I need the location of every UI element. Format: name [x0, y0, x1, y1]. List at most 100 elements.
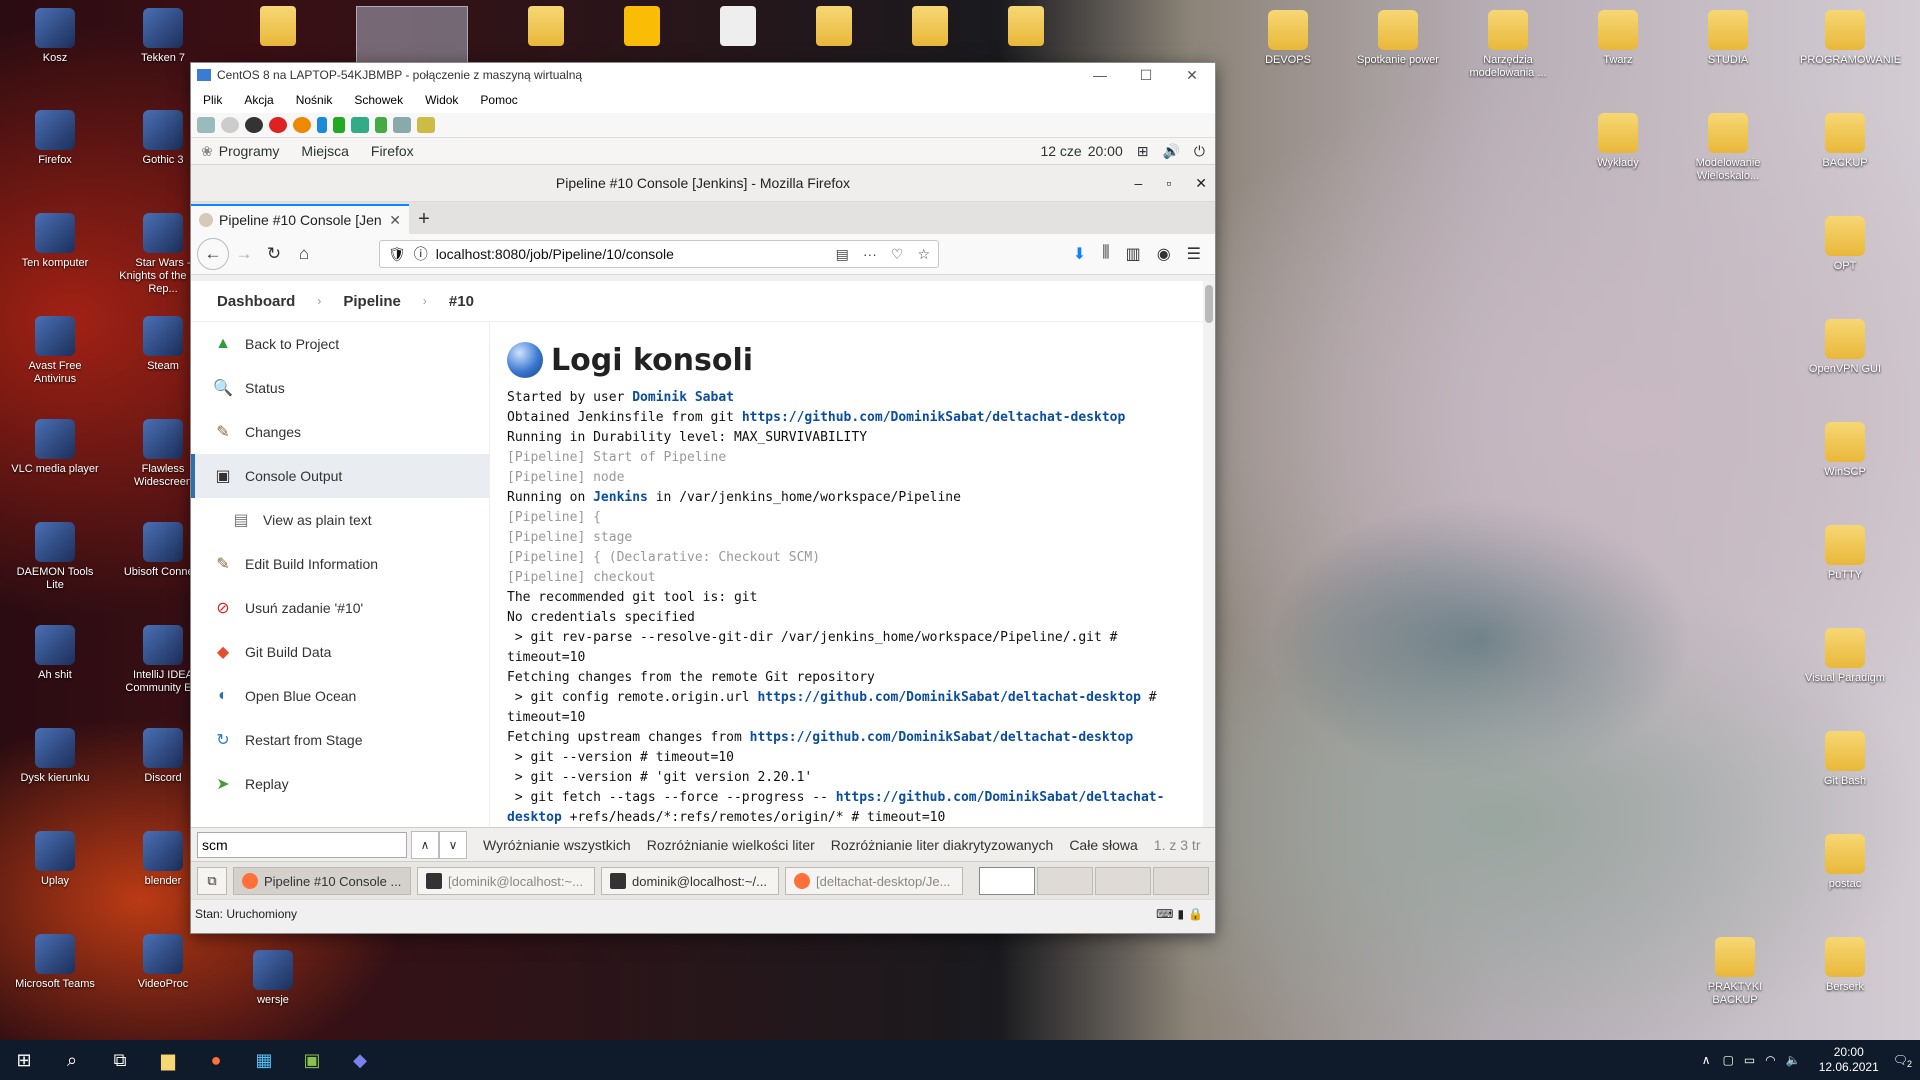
desktop-icon-folder[interactable]: STUDIA [1683, 10, 1773, 67]
tab-jenkins-console[interactable]: Pipeline #10 Console [Jen ✕ [191, 204, 409, 234]
desktop-icon-folder[interactable]: DEVOPS [1243, 10, 1333, 67]
back-button[interactable]: ← [197, 238, 229, 270]
tray-app-icon[interactable]: ▢ [1723, 1053, 1734, 1067]
clock-date[interactable]: 12 cze [1040, 143, 1081, 159]
desktop-icon-folder[interactable]: Narzędzia modelowania ... [1463, 10, 1553, 80]
power-icon[interactable] [293, 117, 311, 133]
show-desktop-button[interactable]: ⧉ [197, 867, 227, 895]
page-actions-icon[interactable]: ··· [863, 246, 877, 263]
desktop-icon-folder[interactable]: Modelowanie Wieloskalo... [1683, 113, 1773, 183]
teams-taskbar-icon[interactable]: ◆ [336, 1040, 384, 1080]
desktop-icon-teams[interactable]: Microsoft Teams [10, 934, 100, 991]
log-link[interactable]: https://github.com/DominikSabat/deltacha… [742, 410, 1126, 425]
vm-menu-item[interactable]: Schowek [354, 93, 403, 107]
file-explorer-icon[interactable]: ▆ [144, 1040, 192, 1080]
find-next-button[interactable]: ∨ [439, 831, 467, 859]
desktop-icon-folder[interactable]: OPT [1800, 216, 1890, 273]
folder-icon[interactable] [816, 6, 852, 46]
reader-view-icon[interactable]: ▤ [836, 246, 849, 263]
desktop-icon-recycle-bin[interactable]: Kosz [10, 8, 100, 65]
desktop-icon-folder[interactable]: Visual Paradigm [1800, 628, 1890, 685]
pocket-icon[interactable]: ♡ [891, 246, 904, 263]
workspace-2[interactable] [1037, 867, 1093, 895]
search-icon[interactable]: ⌕ [48, 1040, 96, 1080]
start-button[interactable]: ⊞ [0, 1040, 48, 1080]
desktop-icon-firefox[interactable]: Firefox [10, 110, 100, 167]
desktop-icon-folder[interactable]: PROGRAMOWANIE [1800, 10, 1901, 67]
desktop-icon-folder[interactable]: PuTTY [1800, 525, 1890, 582]
enhanced-session-icon[interactable] [393, 117, 411, 133]
sidebar-item-document[interactable]: ▤ View as plain text [191, 498, 489, 542]
desktop-icon-folder[interactable]: Spotkanie power [1353, 10, 1443, 67]
desktop-icon-folder[interactable]: postac [1800, 834, 1890, 891]
maximize-button[interactable]: ☐ [1123, 67, 1169, 84]
reload-button[interactable]: ↻ [259, 239, 289, 269]
desktop-icon-folder[interactable]: BACKUP [1800, 113, 1890, 170]
desktop-icon-folder[interactable]: Berserk [1800, 937, 1890, 994]
window-list-item[interactable]: Pipeline #10 Console ... [233, 867, 411, 895]
desktop-icon-image[interactable]: Ah shit [10, 625, 100, 682]
close-button[interactable]: ✕ [1169, 67, 1215, 84]
whole-words-option[interactable]: Całe słowa [1069, 837, 1137, 853]
log-link[interactable]: https://github.com/DominikSabat/deltacha… [757, 690, 1141, 705]
firefox-taskbar-icon[interactable]: ● [192, 1040, 240, 1080]
revert-icon[interactable] [375, 117, 387, 133]
ff-minimize-button[interactable]: – [1135, 175, 1143, 192]
sidebar-item-blue-ocean[interactable]: ◐ Open Blue Ocean [191, 674, 489, 718]
forward-button[interactable]: → [229, 239, 259, 269]
folder-icon[interactable] [260, 6, 296, 46]
sidebar-item-notepad[interactable]: ✎ Changes [191, 410, 489, 454]
tab-close-icon[interactable]: ✕ [389, 212, 401, 229]
site-info-icon[interactable]: ⓘ [414, 244, 428, 264]
scrollbar-thumb[interactable] [1205, 285, 1213, 323]
places-menu[interactable]: Miejsca [301, 143, 348, 159]
window-list-item[interactable]: dominik@localhost:~/... [601, 867, 779, 895]
folder-icon[interactable] [528, 6, 564, 46]
url-bar[interactable]: 🛡 ⓘ localhost:8080/job/Pipeline/10/conso… [379, 240, 939, 268]
window-list-item[interactable]: [deltachat-desktop/Je... [785, 867, 963, 895]
breadcrumb-item[interactable]: Pipeline [343, 293, 401, 310]
resume-icon[interactable] [333, 117, 345, 133]
vm-menu-item[interactable]: Pomoc [480, 93, 517, 107]
minimize-button[interactable]: — [1077, 67, 1123, 84]
tray-chevron-icon[interactable]: ∧ [1702, 1053, 1711, 1067]
find-input[interactable] [197, 832, 407, 858]
vm-menu-item[interactable]: Plik [203, 93, 222, 107]
sidebar-item-terminal[interactable]: ▣ Console Output [191, 454, 489, 498]
account-icon[interactable]: ◉ [1157, 244, 1171, 264]
new-tab-button[interactable]: + [409, 204, 439, 234]
app-taskbar-icon[interactable]: ▦ [240, 1040, 288, 1080]
desktop-icon-game[interactable]: Tekken 7 [118, 8, 208, 65]
selected-file-icon[interactable] [356, 6, 468, 64]
desktop-icon-vlc[interactable]: VLC media player [10, 419, 100, 476]
chrome-shortcut-icon[interactable] [624, 6, 660, 46]
desktop-icon-file[interactable]: wersje [228, 950, 318, 1007]
active-app-menu[interactable]: Firefox [371, 143, 414, 159]
ff-close-button[interactable]: ✕ [1195, 175, 1207, 192]
pause-icon[interactable] [317, 117, 327, 133]
sidebar-item-up-arrow[interactable]: ▲ Back to Project [191, 322, 489, 366]
checkpoint-icon[interactable] [351, 117, 369, 133]
folder-icon[interactable] [1008, 6, 1044, 46]
match-case-option[interactable]: Rozróżnianie wielkości liter [647, 837, 815, 853]
log-link[interactable]: desktop [507, 810, 562, 825]
log-link[interactable]: https://github.com/DominikSabat/deltacha… [836, 790, 1165, 805]
sidebar-item-magnifier[interactable]: 🔍 Status [191, 366, 489, 410]
wifi-icon[interactable]: ◠ [1765, 1053, 1775, 1067]
hamburger-menu-icon[interactable]: ☰ [1187, 244, 1201, 264]
tracking-shield-icon[interactable]: 🛡 [388, 246, 406, 263]
breadcrumb-item[interactable]: #10 [449, 293, 474, 310]
sidebar-item-git[interactable]: ◆ Git Build Data [191, 630, 489, 674]
sidebar-item-replay[interactable]: ➤ Replay [191, 762, 489, 806]
log-link[interactable]: Dominik Sabat [632, 390, 734, 405]
desktop-icon-computer[interactable]: Ten komputer [10, 213, 100, 270]
notification-center-icon[interactable]: 🗨 2 [1893, 1053, 1912, 1069]
sidebar-icon[interactable]: ▥ [1126, 244, 1141, 264]
downloads-icon[interactable]: ⬇ [1073, 244, 1086, 264]
sidebar-item-no-entry[interactable]: ⊘ Usuń zadanie '#10' [191, 586, 489, 630]
desktop-icon-folder[interactable]: PRAKTYKI BACKUP [1690, 937, 1780, 1007]
desktop-icon-videoproc[interactable]: VideoProc [118, 934, 208, 991]
vm-menu-item[interactable]: Widok [425, 93, 458, 107]
page-scrollbar[interactable] [1203, 281, 1215, 827]
home-button[interactable]: ⌂ [289, 239, 319, 269]
